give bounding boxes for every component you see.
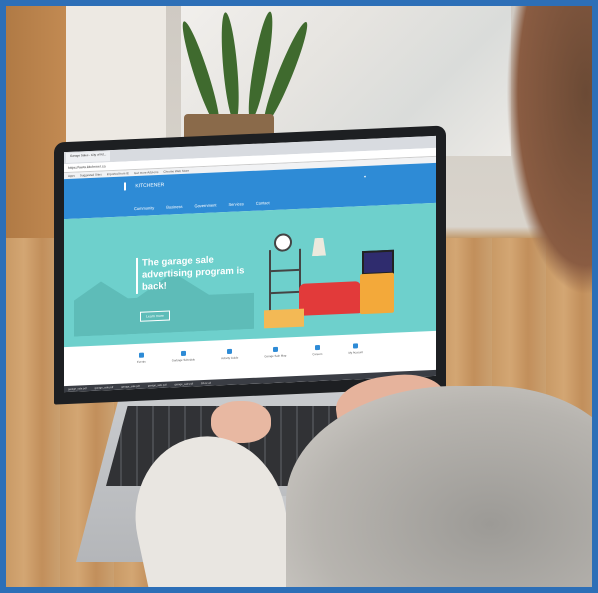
tv-illustration xyxy=(362,249,394,276)
logo-icon xyxy=(124,182,132,191)
main-nav: Community Business Government Services C… xyxy=(134,200,270,211)
download-item[interactable]: garage_sale.pdf xyxy=(68,387,87,391)
nav-item[interactable]: Business xyxy=(166,204,182,210)
nav-item[interactable]: Services xyxy=(228,201,243,207)
hero-banner: The garage sale advertising program is b… xyxy=(64,202,436,348)
site-logo[interactable]: KITCHENER xyxy=(124,181,164,191)
person-hair xyxy=(506,6,592,296)
quick-link-events[interactable]: Events xyxy=(137,352,146,363)
boxes-illustration xyxy=(264,308,304,329)
photo-scene: Garage Sales - City of Kit... https://ww… xyxy=(6,6,592,587)
download-item[interactable]: garage_sale.pdf xyxy=(174,382,193,386)
nav-item[interactable]: Community xyxy=(134,205,154,211)
share-icon xyxy=(138,352,144,358)
sofa-illustration xyxy=(299,281,361,316)
hero-title: The garage sale advertising program is b… xyxy=(136,252,252,294)
nav-item[interactable]: Contact xyxy=(256,200,270,206)
download-item[interactable]: garage_sale.pdf xyxy=(148,383,167,387)
browser-tab[interactable]: Garage Sales - City of Kit... xyxy=(66,151,111,164)
quick-link-account[interactable]: My Account xyxy=(348,342,363,354)
quick-link-careers[interactable]: Careers xyxy=(312,344,322,356)
laptop-lid: Garage Sales - City of Kit... https://ww… xyxy=(54,125,446,405)
pin-icon xyxy=(227,348,233,354)
download-item[interactable]: garage_sale.pdf xyxy=(95,385,114,389)
bookmark-item[interactable]: Apps xyxy=(68,174,75,178)
shelf-board xyxy=(271,290,299,295)
logo-text: KITCHENER xyxy=(135,182,165,190)
gear-icon xyxy=(272,346,278,352)
quick-link-garbage[interactable]: Garbage Schedule xyxy=(172,350,195,362)
image-frame: Garage Sales - City of Kit... https://ww… xyxy=(0,0,598,593)
quick-link-activity[interactable]: Activity Guide xyxy=(221,348,238,360)
downloads-show-all[interactable]: Show all xyxy=(201,381,211,384)
url-text: https://www.kitchener.ca xyxy=(68,164,106,170)
hero-learn-more-button[interactable]: Learn more xyxy=(140,310,170,322)
lamp-illustration xyxy=(312,238,326,257)
dresser-illustration xyxy=(360,272,394,315)
calendar-icon xyxy=(180,350,186,356)
quick-link-garage-sale-map[interactable]: Garage Sale Map xyxy=(264,346,286,358)
nav-item[interactable]: Government xyxy=(194,202,216,208)
laptop-screen: Garage Sales - City of Kit... https://ww… xyxy=(64,135,436,393)
bus-icon xyxy=(314,344,320,350)
download-item[interactable]: garage_sale.pdf xyxy=(121,384,140,388)
shelf-board xyxy=(271,268,299,273)
account-icon xyxy=(353,342,359,348)
language-select[interactable]: ▾ xyxy=(364,174,366,179)
